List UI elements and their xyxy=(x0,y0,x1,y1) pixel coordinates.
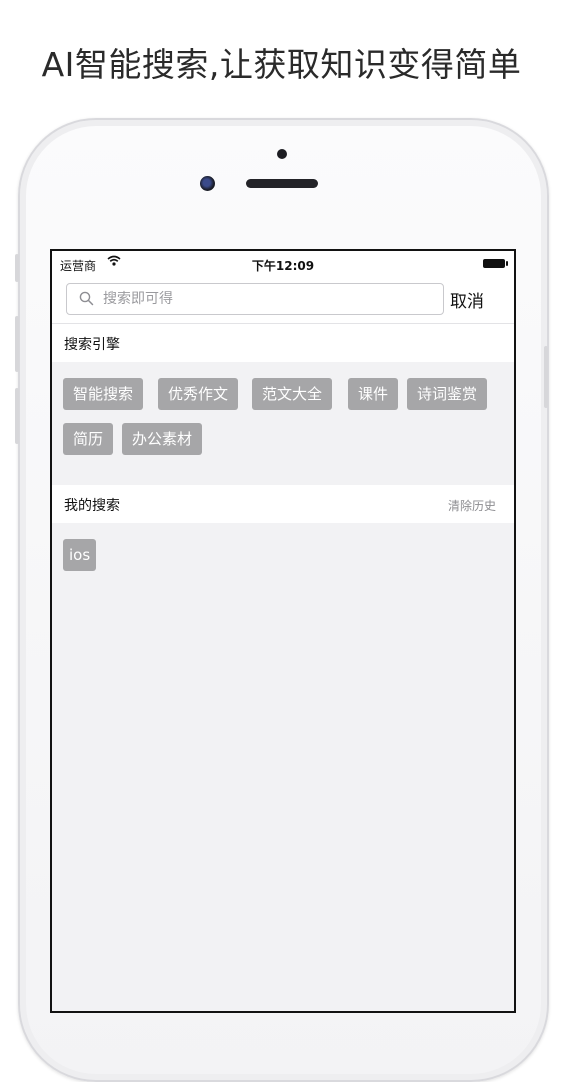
engine-tag[interactable]: 范文大全 xyxy=(252,378,333,410)
engine-tag[interactable]: 课件 xyxy=(348,378,399,410)
history-header: 我的搜索 清除历史 xyxy=(52,485,514,523)
engine-tag[interactable]: 简历 xyxy=(63,423,114,455)
engines-title: 搜索引擎 xyxy=(64,337,120,353)
engines-header: 搜索引擎 xyxy=(52,324,514,362)
front-camera xyxy=(200,176,215,191)
battery-icon xyxy=(483,259,508,268)
status-time: 下午12:09 xyxy=(251,259,315,273)
search-bar: 取消 xyxy=(52,277,514,324)
search-field[interactable] xyxy=(66,283,444,315)
search-icon xyxy=(79,291,94,310)
volume-down-button xyxy=(15,388,19,444)
volume-up-button xyxy=(15,316,19,372)
proximity-sensor xyxy=(277,149,287,159)
cancel-button[interactable]: 取消 xyxy=(450,287,484,312)
history-tag[interactable]: ios xyxy=(63,539,97,571)
status-bar: 运营商 下午12:09 xyxy=(52,251,514,277)
power-button xyxy=(544,346,548,408)
clear-history-button[interactable]: 清除历史 xyxy=(448,497,496,514)
earpiece-speaker xyxy=(246,179,318,188)
headline: AI智能搜索,让获取知识变得简单 xyxy=(41,45,522,84)
app-screen: 运营商 下午12:09 取消 搜索引擎 智能搜索 优秀作文 xyxy=(50,249,516,1013)
engine-tag[interactable]: 诗词鉴赏 xyxy=(407,378,488,410)
engine-tag[interactable]: 优秀作文 xyxy=(158,378,239,410)
history-title: 我的搜索 xyxy=(64,498,120,514)
engine-tag[interactable]: 智能搜索 xyxy=(63,378,144,410)
mute-switch xyxy=(15,254,19,282)
search-input[interactable] xyxy=(103,284,433,314)
engine-tag[interactable]: 办公素材 xyxy=(122,423,203,455)
